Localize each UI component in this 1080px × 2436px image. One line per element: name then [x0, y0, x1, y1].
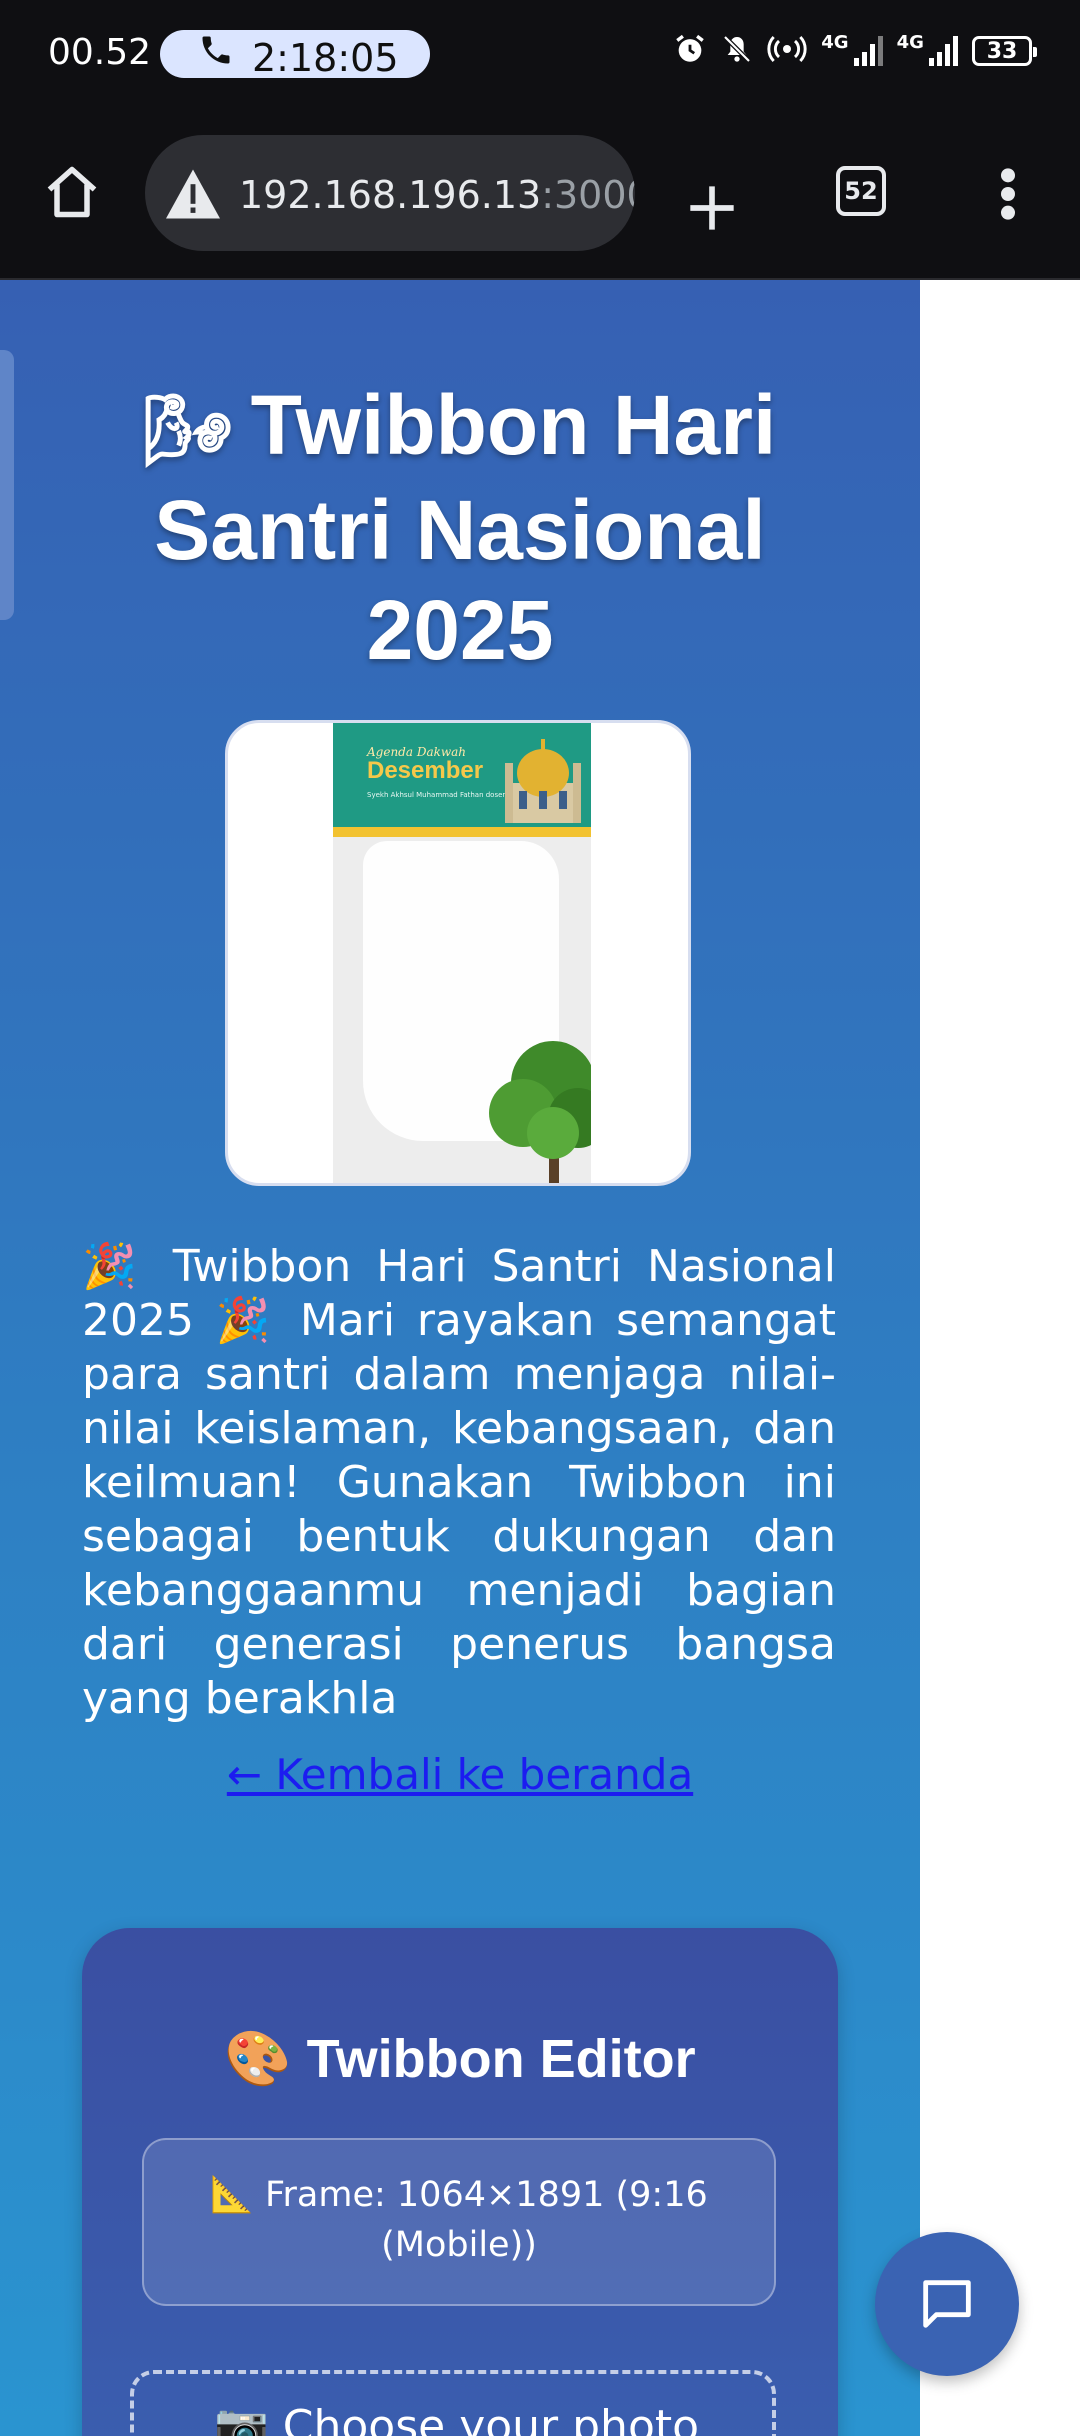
frame-header-banner: Agenda Dakwah Desember Syekh Akhsul Muha…: [333, 723, 591, 837]
choose-photo-button[interactable]: 📷 Choose your photo: [130, 2370, 776, 2436]
phone-icon: [198, 32, 234, 77]
twibbon-preview: Agenda Dakwah Desember Syekh Akhsul Muha…: [225, 720, 691, 1186]
alarm-icon: [673, 32, 707, 70]
frame-size-info: 📐 Frame: 1064×1891 (9:16 (Mobile)): [142, 2138, 776, 2306]
ongoing-call-chip[interactable]: 2:18:05: [160, 30, 430, 80]
more-vert-icon[interactable]: [998, 166, 1018, 222]
chat-button[interactable]: [875, 2232, 1019, 2376]
mosque-icon: [503, 733, 583, 827]
mute-bell-icon: [721, 32, 753, 70]
home-icon[interactable]: [42, 162, 102, 222]
address-bar[interactable]: 192.168.196.13:3000/: [145, 135, 635, 251]
twibbon-description: 🎉 Twibbon Hari Santri Nasional 2025 🎉 Ma…: [82, 1241, 836, 1724]
back-to-home-link[interactable]: ← Kembali ke beranda: [0, 1750, 920, 1799]
twibbon-editor-card: 🎨 Twibbon Editor 📐 Frame: 1064×1891 (9:1…: [82, 1928, 838, 2436]
tree-icon: [473, 1023, 591, 1183]
browser-toolbar: 192.168.196.13:3000/ 52: [0, 118, 1080, 280]
plus-icon[interactable]: [686, 182, 738, 234]
choose-photo-label: 📷 Choose your photo: [214, 2401, 700, 2436]
battery-icon: 33: [972, 36, 1037, 66]
signal-2-icon: 4G: [897, 32, 958, 70]
status-bar: 00.52 2:18:05 4G 4G 33: [0, 0, 1080, 118]
warning-icon[interactable]: [163, 167, 223, 221]
wind-emoji-icon: 🌬: [143, 391, 233, 469]
page-content: 🌬 Twibbon Hari Santri Nasional 2025 Agend…: [0, 280, 920, 2436]
editor-title: 🎨 Twibbon Editor: [224, 2029, 696, 2089]
clock: 00.52: [48, 32, 152, 73]
call-timer: 2:18:05: [252, 36, 399, 80]
twibbon-frame-image: Agenda Dakwah Desember Syekh Akhsul Muha…: [333, 723, 591, 1183]
hotspot-icon: [767, 32, 807, 70]
signal-1-icon: 4G: [821, 32, 883, 70]
url-text[interactable]: 192.168.196.13:3000/: [239, 173, 635, 217]
side-drawer-handle[interactable]: [0, 350, 14, 620]
page-title: 🌬 Twibbon Hari Santri Nasional 2025: [143, 378, 777, 677]
tab-switcher-button[interactable]: 52: [836, 166, 886, 216]
chat-icon: [923, 2280, 971, 2328]
